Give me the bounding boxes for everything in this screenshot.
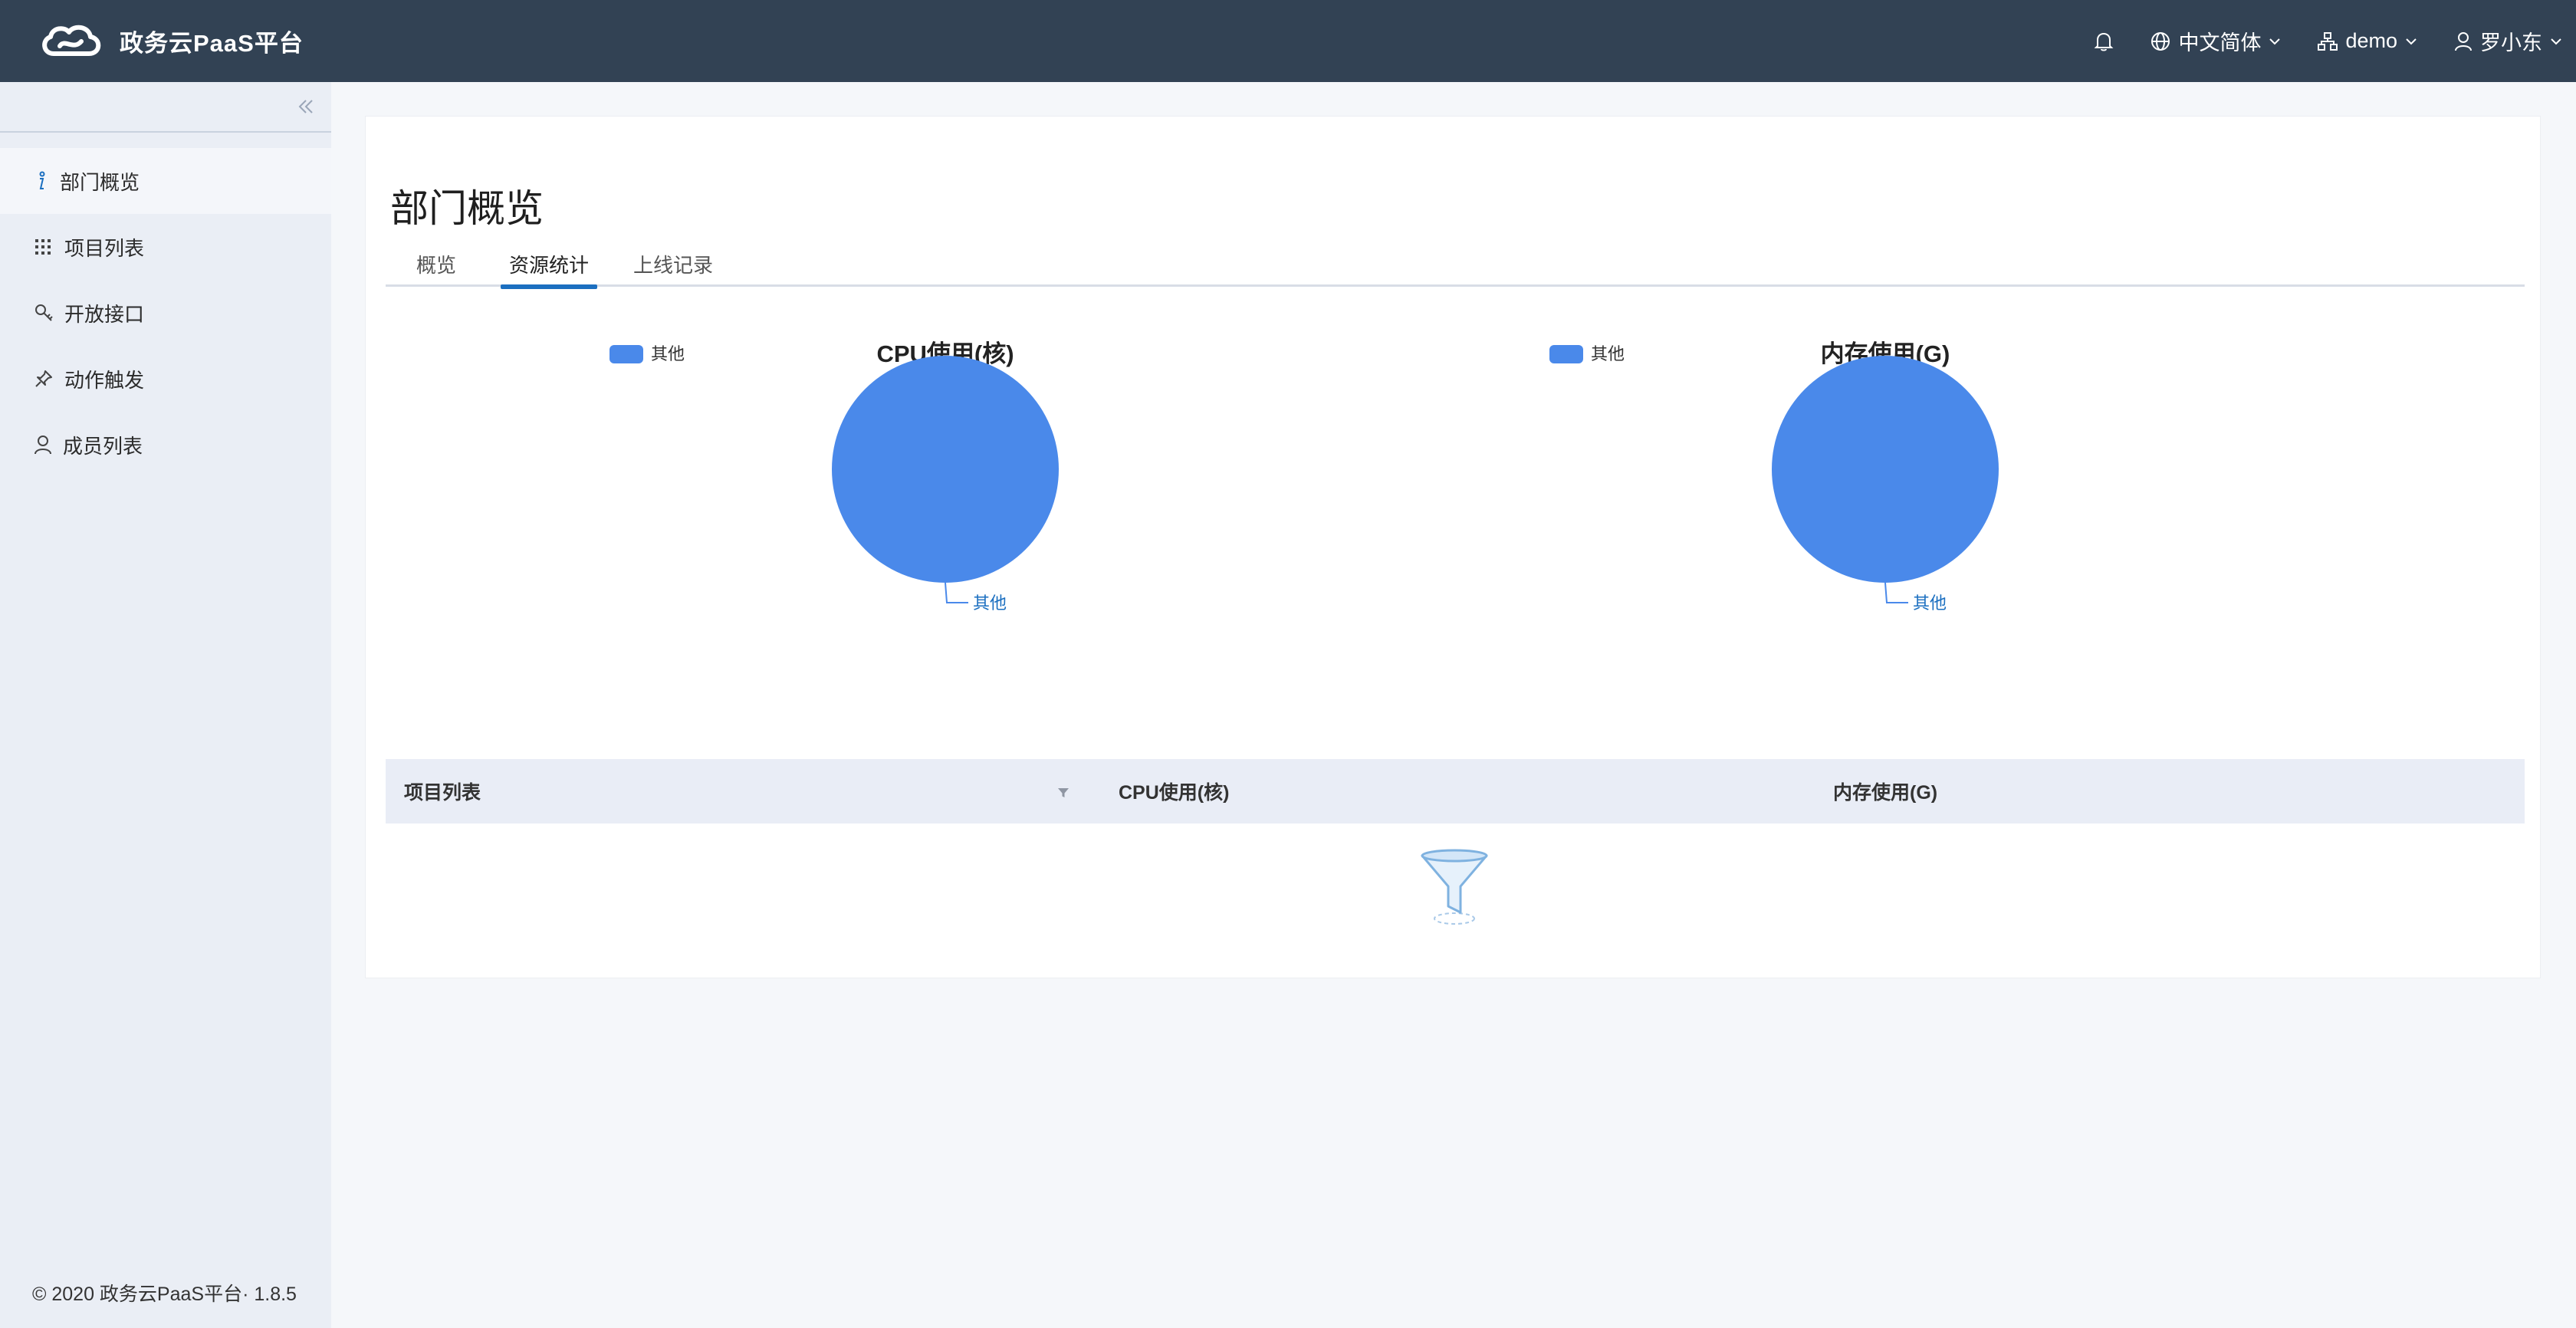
sidebar-item-label: 动作触发 — [64, 368, 145, 392]
filter-icon[interactable] — [1057, 787, 1070, 799]
user-icon — [34, 436, 51, 455]
pie-slice-label: 其他 — [973, 593, 1007, 613]
tab-resource-stats[interactable]: 资源统计 — [501, 247, 597, 289]
double-chevron-left-icon[interactable] — [297, 97, 314, 116]
pie-slice[interactable] — [1772, 356, 1999, 583]
language-label: 中文简体 — [2178, 31, 2262, 54]
sidebar-item-label: 部门概览 — [60, 170, 140, 194]
cpu-pie-chart: 其他CPU使用(核)top 5其他 — [366, 316, 1286, 699]
pin-icon — [35, 370, 52, 387]
cloud-logo-icon — [42, 25, 101, 56]
user-name: 罗小东 — [2480, 31, 2542, 54]
header-actions: 中文简体 demo 罗小东 — [2057, 0, 2562, 82]
tab-overview[interactable]: 概览 — [399, 247, 473, 287]
tab-release-records[interactable]: 上线记录 — [623, 247, 723, 287]
tenant-dropdown[interactable]: demo — [2318, 29, 2417, 53]
language-dropdown[interactable]: 中文简体 — [2150, 26, 2281, 56]
column-header-project: 项目列表 — [404, 782, 481, 804]
table-header: 项目列表 CPU使用(核) 内存使用(G) — [386, 759, 2525, 823]
bell-icon — [2095, 32, 2114, 51]
sidebar-item-label: 开放接口 — [64, 302, 145, 326]
sidebar-item-triggers[interactable]: 动作触发 — [0, 346, 331, 412]
memory-pie-chart: 其他内存使用(G)top 5其他 — [1306, 316, 2226, 699]
main-card: 部门概览 概览 资源统计 上线记录 其他CPU使用(核)top 5其他 其他内存… — [365, 116, 2541, 978]
pie-label-line — [945, 582, 968, 603]
page-title: 部门概览 — [390, 187, 544, 230]
chevron-down-icon — [2406, 38, 2417, 44]
top-header: 政务云PaaS平台 中文简体 demo 罗小东 — [0, 0, 2576, 82]
sidebar-item-projects[interactable]: 项目列表 — [0, 214, 331, 280]
tenant-label: demo — [2345, 29, 2397, 52]
info-icon — [39, 171, 45, 189]
org-icon — [2318, 31, 2338, 51]
chart-legend[interactable]: 其他 — [610, 344, 685, 363]
sidebar: 部门概览 项目列表 开放接口 动作触发 成员列表 © 2020 政务云PaaS平… — [0, 82, 331, 1328]
sidebar-item-overview[interactable]: 部门概览 — [0, 148, 331, 214]
pie-label-line — [1884, 582, 1908, 603]
sidebar-item-label: 成员列表 — [63, 434, 143, 458]
sidebar-item-label: 项目列表 — [64, 236, 145, 260]
sidebar-collapse-bar — [0, 82, 331, 133]
copyright-text: © 2020 政务云PaaS平台· 1.8.5 — [32, 1284, 297, 1305]
pie-slice-label: 其他 — [1913, 593, 1947, 613]
pie-slice[interactable] — [832, 356, 1059, 583]
column-header-memory: 内存使用(G) — [1833, 782, 1938, 804]
chevron-down-icon — [2551, 38, 2561, 44]
tab-bar: 概览 资源统计 上线记录 — [386, 247, 2525, 289]
chart-legend[interactable]: 其他 — [1549, 344, 1625, 363]
legend-label: 其他 — [1591, 344, 1625, 363]
column-header-cpu: CPU使用(核) — [1119, 782, 1230, 804]
grid-icon — [35, 239, 51, 255]
globe-icon — [2151, 31, 2170, 51]
sidebar-item-members[interactable]: 成员列表 — [0, 412, 331, 478]
legend-label: 其他 — [651, 344, 685, 363]
legend-swatch — [1549, 345, 1583, 363]
user-dropdown[interactable]: 罗小东 — [2454, 26, 2562, 56]
key-icon — [35, 304, 53, 321]
legend-swatch — [610, 345, 643, 363]
user-icon — [2455, 31, 2472, 51]
brand[interactable]: 政务云PaaS平台 — [38, 0, 304, 82]
chevron-down-icon — [2269, 38, 2281, 44]
sidebar-item-open-api[interactable]: 开放接口 — [0, 280, 331, 346]
empty-funnel-icon — [1421, 849, 1488, 925]
notification-button[interactable] — [2094, 31, 2114, 52]
brand-name: 政务云PaaS平台 — [120, 30, 304, 57]
sidebar-menu: 部门概览 项目列表 开放接口 动作触发 成员列表 — [0, 148, 331, 478]
